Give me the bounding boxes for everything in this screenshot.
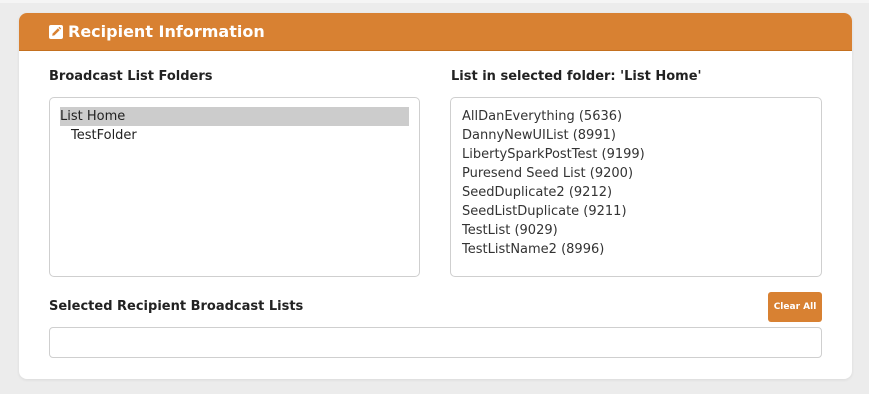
list-item[interactable]: TestListName2 (8996) (462, 240, 604, 259)
folder-listbox[interactable]: List Home TestFolder (49, 97, 420, 277)
folder-item-testfolder[interactable]: TestFolder (71, 126, 137, 145)
list-item[interactable]: SeedDuplicate2 (9212) (462, 183, 612, 202)
selected-lists-label: Selected Recipient Broadcast Lists (49, 299, 304, 314)
list-item[interactable]: DannyNewUIList (8991) (462, 126, 616, 145)
recipient-information-panel: Recipient Information Broadcast List Fol… (19, 13, 852, 379)
list-item[interactable]: AllDanEverything (5636) (462, 107, 622, 126)
selected-lists-field[interactable] (49, 327, 822, 358)
list-item[interactable]: Puresend Seed List (9200) (462, 164, 633, 183)
broadcast-list-listbox[interactable]: AllDanEverything (5636) DannyNewUIList (… (450, 97, 822, 277)
panel-title: Recipient Information (68, 22, 265, 41)
folders-label: Broadcast List Folders (49, 69, 213, 84)
list-item[interactable]: TestList (9029) (462, 221, 558, 240)
top-strip (0, 0, 869, 3)
folder-item-list-home[interactable]: List Home (60, 107, 409, 126)
panel-header: Recipient Information (19, 13, 852, 51)
lists-label: List in selected folder: 'List Home' (451, 69, 702, 84)
list-item[interactable]: LibertySparkPostTest (9199) (462, 145, 645, 164)
clear-all-button[interactable]: Clear All (768, 292, 822, 322)
list-item[interactable]: SeedListDuplicate (9211) (462, 202, 627, 221)
edit-icon (49, 25, 63, 39)
